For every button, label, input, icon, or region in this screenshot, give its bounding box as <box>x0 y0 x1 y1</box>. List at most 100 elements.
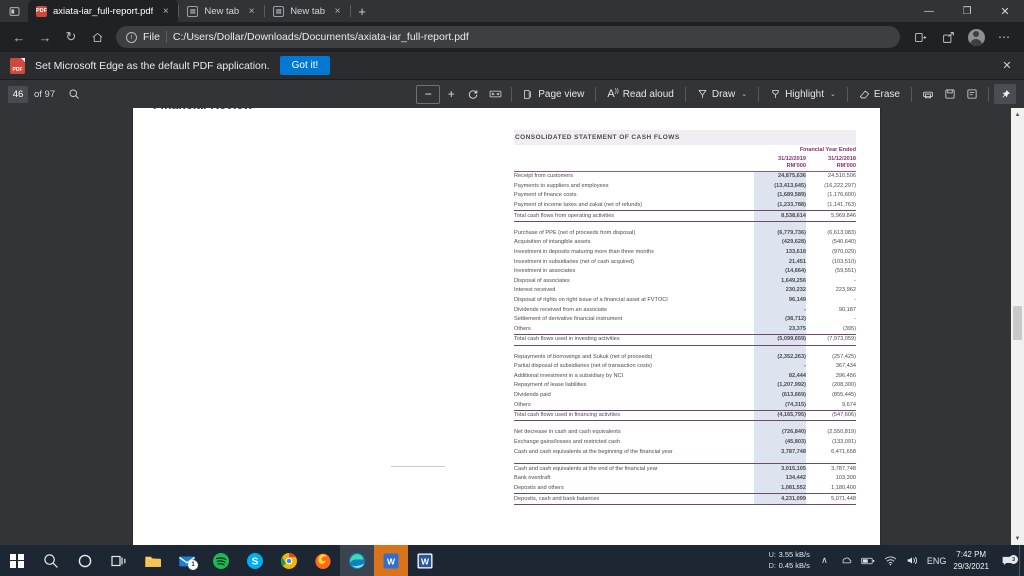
vertical-scrollbar[interactable]: ▲ ▼ <box>1011 108 1024 545</box>
clock[interactable]: 7:42 PM 29/3/2021 <box>953 549 989 571</box>
default-pdf-app-infobar: PDF Set Microsoft Edge as the default PD… <box>0 52 1024 80</box>
browser-tab-2[interactable]: ▤ New tab × <box>265 0 350 22</box>
maximize-button[interactable]: ❐ <box>948 0 986 22</box>
avatar[interactable] <box>962 24 990 50</box>
mail-badge: 1 <box>188 560 198 570</box>
edge-button[interactable] <box>340 545 374 576</box>
tab-close-icon[interactable]: × <box>245 5 258 18</box>
total-value-2019: (5,099,659) <box>754 333 806 346</box>
share-icon[interactable] <box>934 24 962 50</box>
volume-icon[interactable] <box>905 555 920 566</box>
screen: PDF axiata-iar_full-report.pdf × ▤ New t… <box>0 0 1024 576</box>
refresh-icon[interactable]: ↻ <box>58 24 84 50</box>
scroll-up-icon[interactable]: ▲ <box>1011 108 1024 121</box>
notification-center-icon[interactable]: 3 <box>996 554 1018 567</box>
table-total-row: Total cash flows used in financing activ… <box>514 409 857 422</box>
settings-more-icon[interactable]: ⋯ <box>990 24 1018 50</box>
row-label: Net decrease in cash and cash equivalent… <box>514 429 621 436</box>
tab-close-icon[interactable]: × <box>331 5 344 18</box>
row-value-2018: 223,962 <box>835 287 857 294</box>
table-row: Repayment of lease liabilities (1,207,992… <box>514 380 856 391</box>
zoom-in-button[interactable]: + <box>440 83 462 105</box>
chrome-button[interactable] <box>272 545 306 576</box>
fit-to-width-icon[interactable] <box>484 83 506 105</box>
cortana-button[interactable] <box>68 545 102 576</box>
search-icon <box>42 552 60 570</box>
save-icon[interactable] <box>939 83 961 105</box>
row-label: Others <box>514 401 531 408</box>
address-bar-actions: ⋯ <box>906 24 1018 50</box>
table-total-row: Total cash flows from operating activiti… <box>514 210 857 222</box>
search-icon[interactable] <box>63 83 85 105</box>
cash-flow-table: Financial Year Ended 31/12/2019 RM'000 3… <box>514 145 857 505</box>
new-tab-button[interactable]: + <box>351 0 373 22</box>
wps-office-button[interactable]: W <box>374 545 408 576</box>
zoom-out-button[interactable]: − <box>416 84 441 104</box>
scroll-down-icon[interactable]: ▼ <box>1011 532 1024 545</box>
scrollbar-thumb[interactable] <box>1013 306 1022 340</box>
browser-tab-1[interactable]: ▤ New tab × <box>179 0 264 22</box>
url-bar[interactable]: i File C:/Users/Dollar/Downloads/Documen… <box>116 26 900 48</box>
forward-icon[interactable]: → <box>32 24 58 50</box>
chevron-down-icon[interactable]: ⌄ <box>830 90 836 98</box>
row-label: Dividends paid <box>514 392 551 399</box>
tab-actions-menu-icon[interactable] <box>0 0 28 22</box>
show-hidden-icons-chevron-icon[interactable]: ∧ <box>817 555 832 566</box>
onedrive-icon[interactable] <box>839 555 854 566</box>
close-icon[interactable]: ✕ <box>998 57 1016 75</box>
row-label: Cash and cash equivalents at the beginni… <box>514 448 673 455</box>
start-button[interactable] <box>0 545 34 576</box>
table-row: Net decrease in cash and cash equivalent… <box>514 427 856 438</box>
erase-label: Erase <box>873 88 900 100</box>
row-label: Exchange gains/losses and restricted cas… <box>514 438 621 445</box>
row-value-2018: (16,222,297) <box>824 182 857 189</box>
mail-button[interactable]: 1 <box>170 545 204 576</box>
show-desktop-button[interactable] <box>1019 545 1024 576</box>
collections-icon[interactable] <box>906 24 934 50</box>
wifi-icon[interactable] <box>883 555 898 566</box>
row-value-2018: (1,176,600) <box>827 192 857 199</box>
highlight-button[interactable]: Highlight ⌄ <box>764 87 842 102</box>
draw-button[interactable]: Draw ⌄ <box>691 87 753 102</box>
table-row: Additional investment in a subsidiary by… <box>514 371 856 381</box>
chevron-down-icon[interactable]: ⌄ <box>741 90 747 98</box>
close-button[interactable]: ✕ <box>986 0 1024 22</box>
language-indicator[interactable]: ENG <box>927 556 947 566</box>
browser-tab-0[interactable]: PDF axiata-iar_full-report.pdf × <box>28 0 179 22</box>
got-it-button[interactable]: Got it! <box>279 56 331 75</box>
pin-toolbar-icon[interactable] <box>994 84 1016 104</box>
erase-button[interactable]: Erase <box>853 87 906 102</box>
file-explorer-button[interactable] <box>136 545 170 576</box>
page-view-button[interactable]: Page view <box>517 87 590 102</box>
firefox-button[interactable] <box>306 545 340 576</box>
row-label: Repayment of lease liabilities <box>514 382 587 389</box>
info-icon[interactable]: i <box>126 31 137 43</box>
battery-icon[interactable] <box>861 556 876 566</box>
table-header-period: Financial Year Ended <box>514 145 856 155</box>
rotate-icon[interactable] <box>462 83 484 105</box>
tab-close-icon[interactable]: × <box>159 5 172 18</box>
page-view-label: Page view <box>538 88 585 100</box>
row-value-2019: (74,315) <box>754 400 806 411</box>
file-scheme-label: File <box>143 31 160 43</box>
row-value-2019: (726,840) <box>754 427 806 438</box>
back-icon[interactable]: ← <box>6 24 32 50</box>
print-icon[interactable] <box>917 83 939 105</box>
row-label: Investment in associates <box>514 268 576 275</box>
read-aloud-icon: A)) <box>607 88 619 100</box>
total-value-2019: 4,231,099 <box>754 492 806 505</box>
spotify-button[interactable] <box>204 545 238 576</box>
read-aloud-button[interactable]: A)) Read aloud <box>601 86 680 102</box>
notes-icon[interactable] <box>961 83 983 105</box>
page-number-input[interactable] <box>8 85 28 103</box>
minimize-button[interactable]: — <box>910 0 948 22</box>
row-value-2018: (970,029) <box>832 249 857 255</box>
home-icon[interactable] <box>84 24 110 50</box>
task-view-button[interactable] <box>102 545 136 576</box>
search-button[interactable] <box>34 545 68 576</box>
word-button[interactable]: W <box>408 545 442 576</box>
skype-button[interactable]: S <box>238 545 272 576</box>
system-tray: U: 3.55 kB/s D: 0.45 kB/s ∧ ENG 7:42 PM … <box>769 545 1024 576</box>
pdf-viewport[interactable]: Financial Review CONSOLIDATED STATEMENT … <box>0 108 1024 545</box>
row-value-2018: 367,434 <box>835 363 857 370</box>
